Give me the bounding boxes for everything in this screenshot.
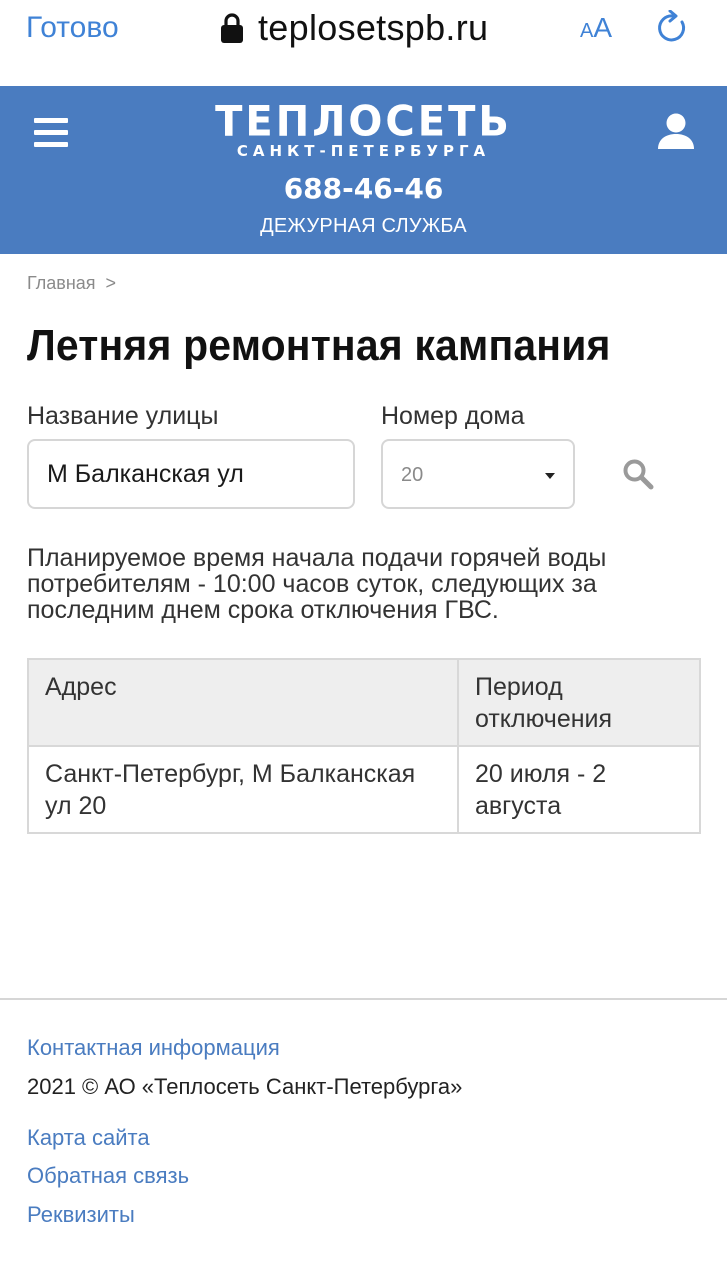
table-header-address: Адрес [27, 658, 459, 747]
house-number-value: 20 [401, 464, 424, 486]
phone-number[interactable]: 688-46-46 [0, 172, 727, 206]
user-profile-icon[interactable] [656, 112, 696, 150]
duty-service-label: ДЕЖУРНАЯ СЛУЖБА [260, 215, 467, 237]
breadcrumb-home-link[interactable]: Главная [27, 273, 96, 293]
footer-contact-link[interactable]: Контактная информация [27, 1034, 280, 1062]
footer-copyright: 2021 © АО «Теплосеть Санкт-Петербурга» [27, 1074, 463, 1099]
breadcrumb-separator: > [105, 273, 117, 293]
footer-divider [0, 998, 727, 1000]
hot-water-info-text: Планируемое время начала подачи горячей … [27, 544, 607, 624]
table-cell-address: Санкт-Петербург, М Балканская ул 20 [27, 745, 459, 834]
text-size-button[interactable]: AA [580, 12, 612, 49]
site-logo[interactable]: ТЕПЛОСЕТЬ САНКТ-ПЕТЕРБУРГА [0, 97, 727, 160]
text-size-small-label: A [580, 20, 594, 42]
breadcrumb: Главная > [27, 272, 116, 294]
street-input[interactable] [27, 439, 355, 509]
chevron-down-icon [545, 473, 555, 479]
table-header-period: Период отключения [457, 658, 701, 747]
done-button[interactable]: Готово [26, 10, 119, 46]
house-number-label: Номер дома [381, 402, 525, 430]
footer-sitemap-link[interactable]: Карта сайта [27, 1124, 150, 1152]
site-header: ТЕПЛОСЕТЬ САНКТ-ПЕТЕРБУРГА 688-46-46 ДЕЖ… [0, 86, 727, 254]
url-text: teplosetspb.ru [258, 7, 489, 48]
address-bar[interactable]: teplosetspb.ru [220, 6, 488, 50]
street-label: Название улицы [27, 402, 219, 430]
search-icon[interactable] [622, 458, 654, 490]
browser-top-bar: Готово teplosetspb.ru AA [0, 0, 727, 86]
table-row: Санкт-Петербург, М Балканская ул 20 20 и… [27, 745, 701, 834]
footer-requisites-link[interactable]: Реквизиты [27, 1201, 135, 1229]
reload-icon[interactable] [656, 10, 690, 46]
text-size-big-label: A [593, 12, 613, 43]
house-number-select[interactable]: 20 [381, 439, 575, 509]
footer-feedback-link[interactable]: Обратная связь [27, 1162, 189, 1190]
table-cell-period: 20 июля - 2 августа [457, 745, 701, 834]
page-title: Летняя ремонтная кампания [27, 321, 611, 370]
logo-main-text: ТЕПЛОСЕТЬ [215, 97, 512, 147]
table-header-row: Адрес Период отключения [27, 658, 701, 747]
outage-table: Адрес Период отключения Санкт-Петербург,… [27, 658, 701, 834]
lock-icon [221, 13, 243, 43]
